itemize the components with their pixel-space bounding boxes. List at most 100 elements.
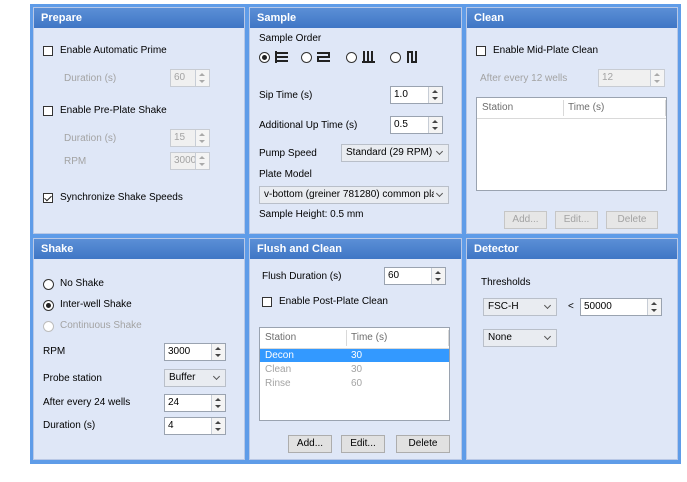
clean-add-button[interactable]: Add... bbox=[504, 211, 547, 229]
pump-speed-label: Pump Speed bbox=[259, 148, 317, 159]
spinner-arrows-icon[interactable] bbox=[211, 344, 225, 360]
table-row[interactable]: Clean 30 bbox=[260, 363, 449, 376]
shake-duration-label: Duration (s) bbox=[43, 420, 96, 431]
flush-panel: Flush and Clean Flush Duration (s) 60 En… bbox=[249, 238, 462, 460]
secondary-channel-dropdown[interactable]: None bbox=[483, 329, 557, 347]
spinner-arrows-icon[interactable] bbox=[211, 418, 225, 434]
prime-duration-spinner[interactable]: 60 bbox=[170, 69, 210, 87]
chevron-down-icon bbox=[211, 370, 225, 386]
rows-snake-icon bbox=[317, 52, 330, 62]
prepare-title: Prepare bbox=[34, 8, 244, 28]
prepare-panel: Prepare Enable Automatic Prime Duration … bbox=[33, 7, 245, 234]
spinner-arrows-icon[interactable] bbox=[431, 268, 445, 284]
flush-duration-spinner[interactable]: 60 bbox=[384, 267, 446, 285]
probe-station-label: Probe station bbox=[43, 373, 102, 384]
spinner-arrows-icon[interactable] bbox=[195, 153, 209, 169]
shake-duration-label: Duration (s) bbox=[64, 133, 117, 144]
clean-station-list[interactable]: Station Time (s) bbox=[476, 97, 667, 191]
sample-order-label: Sample Order bbox=[259, 33, 322, 44]
spinner-arrows-icon[interactable] bbox=[211, 395, 225, 411]
spinner-arrows-icon[interactable] bbox=[650, 70, 664, 86]
sample-panel: Sample Sample Order Sip Time (s) 1.0 Add… bbox=[249, 7, 462, 234]
spinner-arrows-icon[interactable] bbox=[428, 117, 442, 133]
time-column-header[interactable]: Time (s) bbox=[351, 328, 387, 348]
post-plate-clean-label: Enable Post-Plate Clean bbox=[279, 296, 388, 307]
flush-list-header: Station Time (s) bbox=[260, 328, 449, 349]
flush-edit-button[interactable]: Edit... bbox=[341, 435, 385, 453]
prepare-rpm-spinner[interactable]: 3000 bbox=[170, 152, 210, 170]
clean-after-every-label: After every 12 wells bbox=[480, 73, 568, 84]
sip-time-spinner[interactable]: 1.0 bbox=[390, 86, 443, 104]
threshold-value-spinner[interactable]: 50000 bbox=[580, 298, 662, 316]
rows-lr-icon bbox=[275, 51, 288, 63]
shake-rpm-label: RPM bbox=[43, 346, 66, 357]
clean-after-every-spinner[interactable]: 12 bbox=[598, 69, 665, 87]
order-cols-radio[interactable] bbox=[346, 52, 357, 63]
order-cols-snake-radio[interactable] bbox=[390, 52, 401, 63]
chevron-down-icon bbox=[542, 330, 556, 346]
chevron-down-icon bbox=[434, 187, 448, 203]
up-time-label: Additional Up Time (s) bbox=[259, 120, 358, 131]
settings-grid: Prepare Enable Automatic Prime Duration … bbox=[30, 4, 681, 464]
threshold-operator: < bbox=[568, 301, 574, 312]
auto-prime-checkbox[interactable] bbox=[43, 46, 53, 56]
clean-edit-button[interactable]: Edit... bbox=[555, 211, 598, 229]
spinner-arrows-icon[interactable] bbox=[647, 299, 661, 315]
clean-list-header: Station Time (s) bbox=[477, 98, 666, 119]
columns-tb-icon bbox=[362, 51, 375, 63]
shake-after-every-spinner[interactable]: 24 bbox=[164, 394, 226, 412]
threshold-channel-dropdown[interactable]: FSC-H bbox=[483, 298, 557, 316]
flush-delete-button[interactable]: Delete bbox=[396, 435, 450, 453]
chevron-down-icon bbox=[434, 145, 448, 161]
columns-snake-icon bbox=[407, 51, 417, 63]
spinner-arrows-icon[interactable] bbox=[195, 130, 209, 146]
mid-plate-clean-checkbox[interactable] bbox=[476, 46, 486, 56]
shake-rpm-spinner[interactable]: 3000 bbox=[164, 343, 226, 361]
thresholds-label: Thresholds bbox=[481, 277, 531, 288]
pre-plate-shake-checkbox[interactable] bbox=[43, 106, 53, 116]
clean-title: Clean bbox=[467, 8, 677, 28]
sample-title: Sample bbox=[250, 8, 461, 28]
plate-model-dropdown[interactable]: v-bottom (greiner 781280) common pla bbox=[259, 186, 449, 204]
shake-duration-spinner[interactable]: 4 bbox=[164, 417, 226, 435]
up-time-spinner[interactable]: 0.5 bbox=[390, 116, 443, 134]
prime-duration-label: Duration (s) bbox=[64, 73, 117, 84]
shake-duration-spinner[interactable]: 15 bbox=[170, 129, 210, 147]
prepare-rpm-label: RPM bbox=[64, 156, 87, 167]
shake-panel: Shake No Shake Inter-well Shake Continuo… bbox=[33, 238, 245, 460]
flush-title: Flush and Clean bbox=[250, 239, 461, 259]
clean-delete-button[interactable]: Delete bbox=[606, 211, 658, 229]
no-shake-label: No Shake bbox=[60, 278, 104, 289]
chevron-down-icon bbox=[542, 299, 556, 315]
pre-plate-shake-label: Enable Pre-Plate Shake bbox=[60, 105, 167, 116]
plate-model-label: Plate Model bbox=[259, 169, 312, 180]
continuous-shake-label: Continuous Shake bbox=[60, 320, 142, 331]
station-column-header[interactable]: Station bbox=[265, 328, 296, 348]
flush-add-button[interactable]: Add... bbox=[288, 435, 332, 453]
table-row[interactable]: Decon 30 bbox=[260, 349, 449, 362]
mid-plate-clean-label: Enable Mid-Plate Clean bbox=[493, 45, 599, 56]
inter-well-shake-label: Inter-well Shake bbox=[60, 299, 132, 310]
order-rows-radio[interactable] bbox=[259, 52, 270, 63]
sync-shake-label: Synchronize Shake Speeds bbox=[60, 192, 183, 203]
no-shake-radio[interactable] bbox=[43, 279, 54, 290]
sync-shake-checkbox[interactable] bbox=[43, 193, 53, 203]
spinner-arrows-icon[interactable] bbox=[428, 87, 442, 103]
sample-height-text: Sample Height: 0.5 mm bbox=[259, 209, 364, 220]
spinner-arrows-icon[interactable] bbox=[195, 70, 209, 86]
flush-station-list[interactable]: Station Time (s) Decon 30 Clean 30 Rinse… bbox=[259, 327, 450, 421]
station-column-header[interactable]: Station bbox=[482, 98, 513, 118]
probe-station-dropdown[interactable]: Buffer bbox=[164, 369, 226, 387]
continuous-shake-radio[interactable] bbox=[43, 321, 54, 332]
detector-title: Detector bbox=[467, 239, 677, 259]
time-column-header[interactable]: Time (s) bbox=[568, 98, 604, 118]
post-plate-clean-checkbox[interactable] bbox=[262, 297, 272, 307]
inter-well-shake-radio[interactable] bbox=[43, 300, 54, 311]
order-rows-snake-radio[interactable] bbox=[301, 52, 312, 63]
detector-panel: Detector Thresholds FSC-H < 50000 None bbox=[466, 238, 678, 460]
sip-time-label: Sip Time (s) bbox=[259, 90, 313, 101]
pump-speed-dropdown[interactable]: Standard (29 RPM) bbox=[341, 144, 449, 162]
table-row[interactable]: Rinse 60 bbox=[260, 377, 449, 390]
shake-title: Shake bbox=[34, 239, 244, 259]
clean-panel: Clean Enable Mid-Plate Clean After every… bbox=[466, 7, 678, 234]
